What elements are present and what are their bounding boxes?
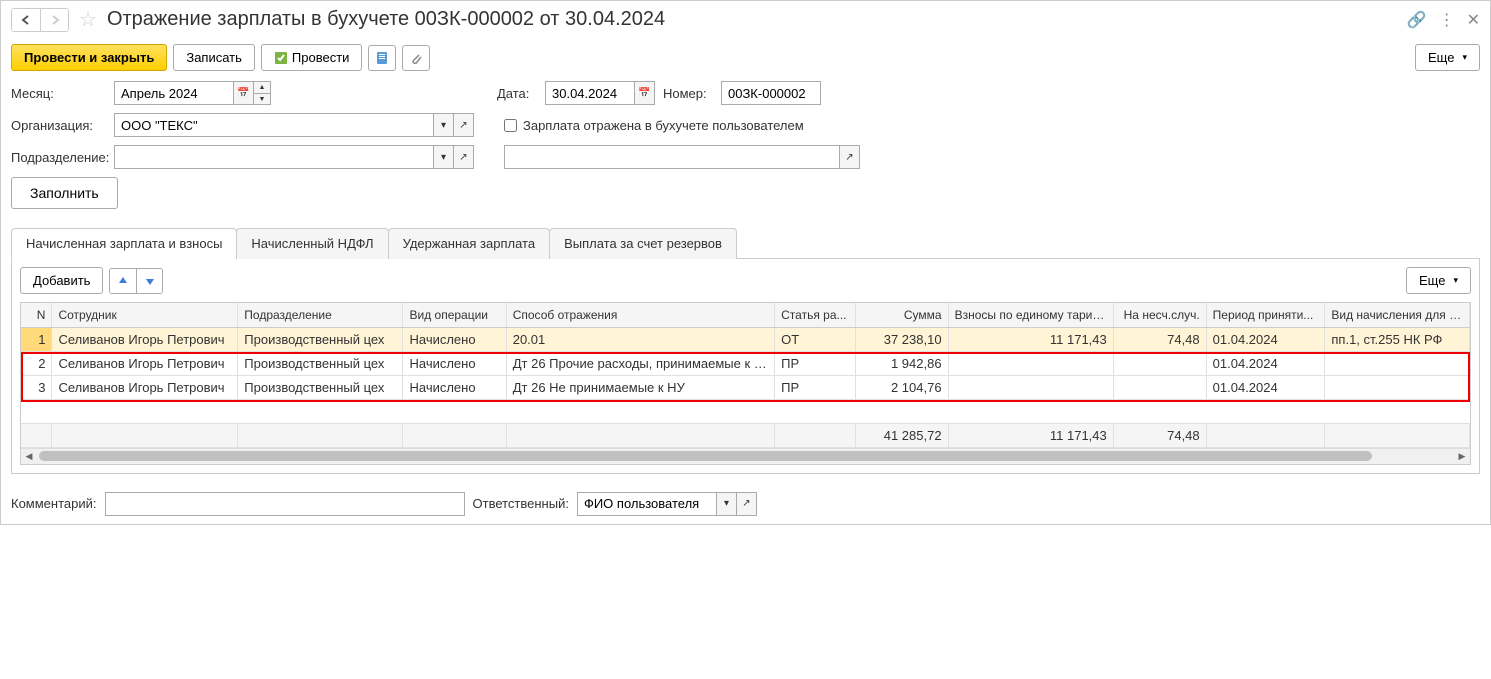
tabs: Начисленная зарплата и взносы Начисленны… (11, 227, 1480, 259)
responsible-input[interactable] (577, 492, 717, 516)
move-up-button[interactable] (110, 269, 136, 293)
post-button[interactable]: Провести (261, 44, 363, 71)
kebab-menu-icon[interactable]: ⋮ (1439, 10, 1455, 30)
comment-label: Комментарий: (11, 496, 97, 511)
date-calendar-icon[interactable]: 📅 (635, 81, 655, 105)
responsible-label: Ответственный: (473, 496, 569, 511)
scroll-left-icon[interactable]: ◀ (21, 449, 37, 465)
calendar-icon[interactable]: 📅 (234, 81, 254, 105)
link-icon[interactable]: 🔗 (1407, 10, 1427, 30)
total-contributions: 11 171,43 (948, 423, 1113, 447)
scroll-thumb[interactable] (39, 451, 1372, 461)
dept-open-icon[interactable]: ↗ (454, 145, 474, 169)
date-input[interactable] (545, 81, 635, 105)
data-table: N Сотрудник Подразделение Вид операции С… (20, 302, 1471, 465)
scroll-right-icon[interactable]: ▶ (1454, 449, 1470, 465)
tab-salary-contributions[interactable]: Начисленная зарплата и взносы (11, 228, 237, 259)
post-icon (274, 51, 288, 65)
reflected-checkbox[interactable] (504, 119, 517, 132)
responsible-open-icon[interactable]: ↗ (737, 492, 757, 516)
add-row-button[interactable]: Добавить (20, 267, 103, 294)
col-accident[interactable]: На несч.случ. (1113, 303, 1206, 327)
extra-input[interactable] (504, 145, 840, 169)
table-footer-row: 41 285,72 11 171,43 74,48 (21, 423, 1470, 447)
table-row[interactable]: 2Селиванов Игорь ПетровичПроизводственны… (21, 351, 1470, 375)
tab-more-button[interactable]: Еще▾ (1406, 267, 1471, 294)
dept-label: Подразделение: (11, 150, 106, 165)
col-article[interactable]: Статья ра... (775, 303, 856, 327)
responsible-dropdown-icon[interactable]: ▾ (717, 492, 737, 516)
horizontal-scrollbar[interactable]: ◀ ▶ (21, 448, 1470, 464)
total-accident: 74,48 (1113, 423, 1206, 447)
extra-open-icon[interactable]: ↗ (840, 145, 860, 169)
col-accrual-type[interactable]: Вид начисления для нал (1325, 303, 1470, 327)
tab-content: Добавить Еще▾ N Сотрудник Подразделение (11, 259, 1480, 474)
report-icon (375, 51, 389, 65)
report-button[interactable] (368, 45, 396, 71)
col-contributions[interactable]: Взносы по единому тарифу (948, 303, 1113, 327)
col-reflection[interactable]: Способ отражения (506, 303, 774, 327)
main-toolbar: Провести и закрыть Записать Провести Еще… (1, 38, 1490, 77)
col-department[interactable]: Подразделение (238, 303, 403, 327)
nav-back-button[interactable] (12, 9, 40, 31)
move-down-button[interactable] (136, 269, 162, 293)
dept-dropdown-icon[interactable]: ▾ (434, 145, 454, 169)
toolbar-more-button[interactable]: Еще▾ (1415, 44, 1480, 71)
attach-button[interactable] (402, 45, 430, 71)
footer: Комментарий: Ответственный: ▾ ↗ (1, 484, 1490, 524)
number-label: Номер: (663, 86, 713, 101)
favorite-star-icon[interactable]: ☆ (79, 7, 97, 32)
col-employee[interactable]: Сотрудник (52, 303, 238, 327)
org-label: Организация: (11, 118, 106, 133)
write-button[interactable]: Записать (173, 44, 255, 71)
tab-ndfl[interactable]: Начисленный НДФЛ (236, 228, 388, 259)
org-open-icon[interactable]: ↗ (454, 113, 474, 137)
table-header-row: N Сотрудник Подразделение Вид операции С… (21, 303, 1470, 327)
nav-forward-button[interactable] (40, 9, 68, 31)
date-label: Дата: (497, 86, 537, 101)
titlebar: ☆ Отражение зарплаты в бухучете 00ЗК-000… (1, 1, 1490, 38)
col-operation[interactable]: Вид операции (403, 303, 506, 327)
reflected-checkbox-label: Зарплата отражена в бухучете пользовател… (523, 118, 804, 133)
col-period[interactable]: Период приняти... (1206, 303, 1325, 327)
org-dropdown-icon[interactable]: ▾ (434, 113, 454, 137)
dept-input[interactable] (114, 145, 434, 169)
close-icon[interactable]: ✕ (1467, 10, 1480, 30)
table-row[interactable]: 1Селиванов Игорь ПетровичПроизводственны… (21, 327, 1470, 351)
tab-reserves[interactable]: Выплата за счет резервов (549, 228, 737, 259)
month-down-button[interactable]: ▼ (254, 93, 270, 104)
post-and-close-button[interactable]: Провести и закрыть (11, 44, 167, 71)
table-row[interactable]: 3Селиванов Игорь ПетровичПроизводственны… (21, 375, 1470, 399)
page-title: Отражение зарплаты в бухучете 00ЗК-00000… (107, 8, 1401, 31)
paperclip-icon (409, 51, 423, 65)
total-sum: 41 285,72 (855, 423, 948, 447)
org-input[interactable] (114, 113, 434, 137)
month-input[interactable] (114, 81, 234, 105)
number-input[interactable] (721, 81, 821, 105)
col-sum[interactable]: Сумма (855, 303, 948, 327)
col-n[interactable]: N (21, 303, 52, 327)
month-up-button[interactable]: ▲ (254, 82, 270, 93)
comment-input[interactable] (105, 492, 465, 516)
reflected-checkbox-row[interactable]: Зарплата отражена в бухучете пользовател… (504, 118, 804, 133)
month-label: Месяц: (11, 86, 106, 101)
tab-deducted[interactable]: Удержанная зарплата (388, 228, 550, 259)
fill-button[interactable]: Заполнить (11, 177, 118, 209)
